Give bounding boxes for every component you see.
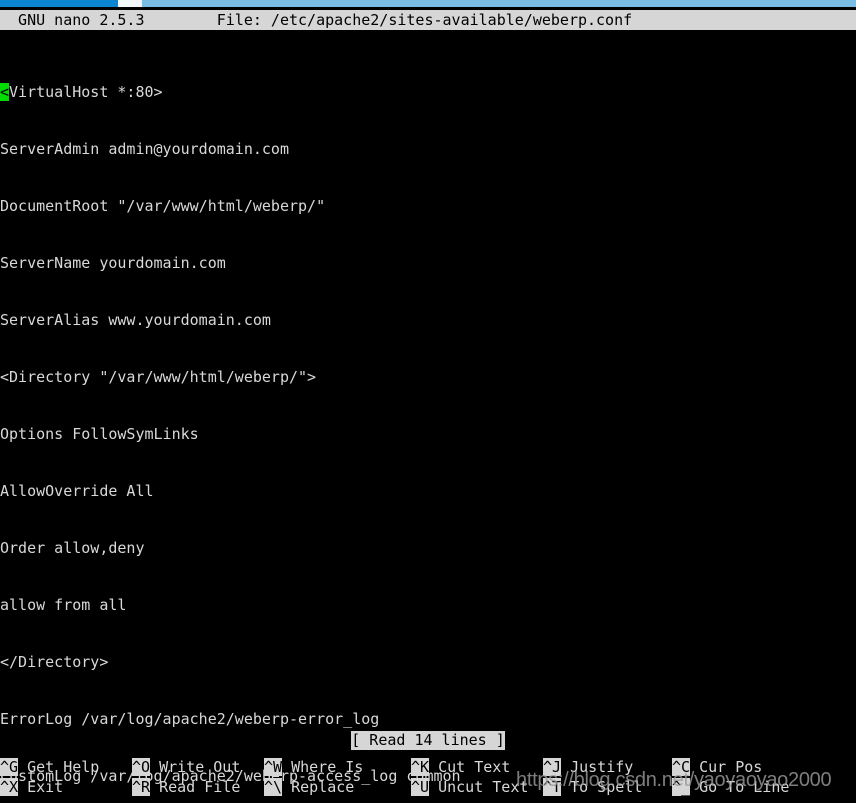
shortcut-get-help[interactable]: ^G Get Help [0,757,99,777]
shortcut-replace[interactable]: ^\ Replace [264,777,354,797]
editor-text-area[interactable]: <VirtualHost *:80> ServerAdmin admin@you… [0,45,856,803]
shortcut-key-glyph: ^C [672,758,691,776]
shortcut-key-glyph: ^J [543,758,562,776]
shortcut-row-2: ^X Exit ^R Read File ^\ Replace ^U Uncut… [0,777,856,797]
editor-line: allow from all [0,596,127,614]
shortcut-key-glyph: ^G [0,758,19,776]
nano-title-text: GNU nano 2.5.3 File: /etc/apache2/sites-… [0,10,633,29]
editor-line-text: VirtualHost *:80> [9,83,163,101]
shortcut-cut-text[interactable]: ^K Cut Text [411,757,510,777]
shortcut-label: Cur Pos [690,758,763,776]
shortcut-label: To Spell [561,778,643,796]
shortcut-key-glyph: ^X [0,778,19,796]
shortcut-label: Cut Text [429,758,511,776]
shortcut-key-glyph: ^R [132,778,151,796]
chrome-bar-segment [142,0,856,7]
shortcut-key-bar: ^G Get Help ^O Write Out ^W Where Is ^K … [0,757,856,797]
shortcut-row-1: ^G Get Help ^O Write Out ^W Where Is ^K … [0,757,856,777]
shortcut-justify[interactable]: ^J Justify [543,757,633,777]
chrome-underline [0,7,856,9]
shortcut-label: Read File [150,778,241,796]
editor-line: <VirtualHost *:80> [0,83,856,102]
shortcut-label: Exit [18,778,64,796]
editor-line: ServerAlias www.yourdomain.com [0,311,271,329]
shortcut-read-file[interactable]: ^R Read File [132,777,240,797]
shortcut-write-out[interactable]: ^O Write Out [132,757,240,777]
shortcut-label: Get Help [18,758,100,776]
window-chrome-strip [0,0,856,9]
editor-line: ServerName yourdomain.com [0,254,226,272]
shortcut-uncut-text[interactable]: ^U Uncut Text [411,777,528,797]
editor-line: Options FollowSymLinks [0,425,199,443]
shortcut-go-to-line[interactable]: ^_ Go To Line [672,777,789,797]
shortcut-exit[interactable]: ^X Exit [0,777,63,797]
editor-line: ErrorLog /var/log/apache2/weberp-error_l… [0,710,380,728]
status-message: [ Read 14 lines ] [351,731,505,750]
shortcut-key-glyph: ^K [411,758,430,776]
shortcut-label: Go To Line [690,778,790,796]
shortcut-label: Justify [561,758,634,776]
editor-line: DocumentRoot "/var/www/html/weberp/" [0,197,326,215]
editor-line: ServerAdmin admin@yourdomain.com [0,140,289,158]
shortcut-label: Replace [282,778,355,796]
editor-line: <Directory "/var/www/html/weberp/"> [0,368,317,386]
shortcut-label: Where Is [282,758,364,776]
editor-line: Order allow,deny [0,539,145,557]
shortcut-key-glyph: ^O [132,758,151,776]
shortcut-key-glyph: ^U [411,778,430,796]
chrome-accent-segment [0,0,118,7]
shortcut-key-glyph: ^_ [672,778,691,796]
shortcut-key-glyph: ^T [543,778,562,796]
shortcut-key-glyph: ^W [264,758,283,776]
shortcut-where-is[interactable]: ^W Where Is [264,757,363,777]
editor-line: AllowOverride All [0,482,154,500]
shortcut-to-spell[interactable]: ^T To Spell [543,777,642,797]
shortcut-cur-pos[interactable]: ^C Cur Pos [672,757,762,777]
chrome-tab-segment[interactable] [118,0,142,7]
editor-line: </Directory> [0,653,109,671]
nano-title-bar: GNU nano 2.5.3 File: /etc/apache2/sites-… [0,10,856,30]
shortcut-label: Uncut Text [429,778,529,796]
status-bar: [ Read 14 lines ] [0,731,856,750]
shortcut-key-glyph: ^\ [264,778,283,796]
terminal-screen: GNU nano 2.5.3 File: /etc/apache2/sites-… [0,0,856,803]
shortcut-label: Write Out [150,758,241,776]
text-cursor: < [0,83,10,101]
